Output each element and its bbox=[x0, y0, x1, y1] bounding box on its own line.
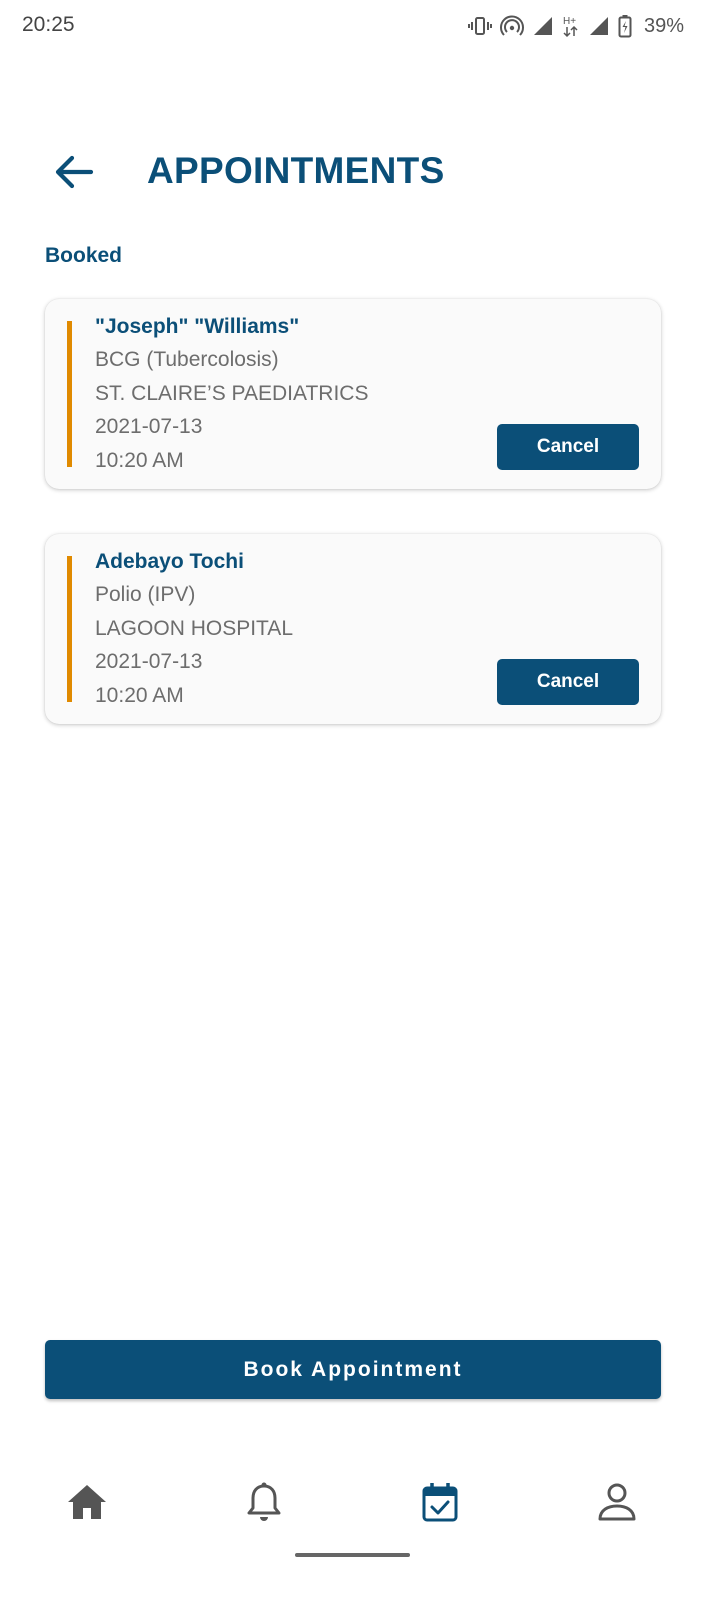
battery-icon bbox=[618, 15, 632, 38]
vibrate-icon bbox=[467, 17, 492, 35]
nav-profile[interactable] bbox=[587, 1472, 647, 1532]
arrow-left-icon bbox=[55, 155, 94, 189]
svg-text:H+: H+ bbox=[563, 16, 576, 27]
calendar-check-icon bbox=[422, 1483, 458, 1522]
appointment-card: Adebayo Tochi Polio (IPV) LAGOON HOSPITA… bbox=[45, 534, 661, 724]
signal-icon bbox=[533, 17, 552, 35]
vaccine-name: BCG (Tubercolosis) bbox=[95, 348, 279, 371]
appointment-date: 2021-07-13 bbox=[95, 650, 203, 673]
vaccine-name: Polio (IPV) bbox=[95, 583, 196, 606]
appointment-date: 2021-07-13 bbox=[95, 415, 203, 438]
card-accent-bar bbox=[67, 321, 72, 467]
appointment-time: 10:20 AM bbox=[95, 684, 184, 707]
network-type-icon: H+ bbox=[563, 16, 578, 38]
profile-icon bbox=[598, 1483, 636, 1521]
bottom-nav bbox=[0, 1460, 720, 1540]
patient-name: "Joseph" "Williams" bbox=[95, 315, 300, 338]
signal-icon-2 bbox=[589, 17, 608, 35]
hospital-name: LAGOON HOSPITAL bbox=[95, 617, 293, 640]
hotspot-icon bbox=[499, 15, 524, 36]
nav-home[interactable] bbox=[57, 1472, 117, 1532]
back-button[interactable] bbox=[44, 142, 104, 202]
cancel-button[interactable]: Cancel bbox=[497, 424, 639, 470]
home-icon bbox=[68, 1485, 106, 1519]
page-title: APPOINTMENTS bbox=[147, 150, 445, 191]
battery-percent: 39% bbox=[643, 14, 684, 37]
hospital-name: ST. CLAIRE’S PAEDIATRICS bbox=[95, 382, 369, 405]
status-time: 20:25 bbox=[22, 13, 75, 36]
nav-notifications[interactable] bbox=[234, 1472, 294, 1532]
patient-name: Adebayo Tochi bbox=[95, 550, 244, 573]
nav-appointments[interactable] bbox=[410, 1472, 470, 1532]
section-label-booked: Booked bbox=[45, 244, 123, 267]
bell-icon bbox=[247, 1482, 281, 1521]
appointment-time: 10:20 AM bbox=[95, 449, 184, 472]
status-icons: H+ 39% bbox=[467, 12, 684, 40]
appointment-card: "Joseph" "Williams" BCG (Tubercolosis) S… bbox=[45, 299, 661, 489]
cancel-button[interactable]: Cancel bbox=[497, 659, 639, 705]
card-accent-bar bbox=[67, 556, 72, 702]
book-appointment-button[interactable]: Book Appointment bbox=[45, 1340, 661, 1399]
home-indicator bbox=[295, 1553, 410, 1557]
status-bar: 20:25 H+ 39% bbox=[0, 0, 720, 56]
